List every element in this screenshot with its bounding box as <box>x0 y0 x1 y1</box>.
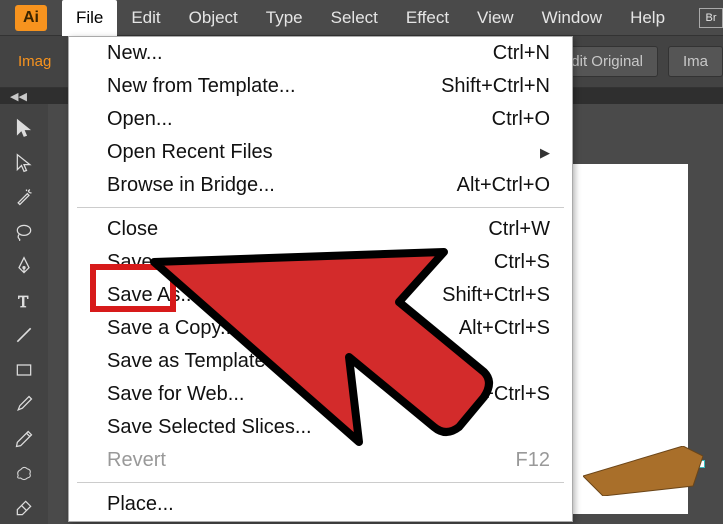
paintbrush-tool[interactable] <box>4 388 44 421</box>
menu-select[interactable]: Select <box>317 0 392 36</box>
image-trace-label: Imag <box>18 53 51 70</box>
menu-view[interactable]: View <box>463 0 528 36</box>
menubar: Ai File Edit Object Type Select Effect V… <box>0 0 723 36</box>
menu-revert[interactable]: Revert F12 <box>69 444 572 477</box>
menu-new[interactable]: New... Ctrl+N <box>69 37 572 70</box>
lasso-tool[interactable] <box>4 216 44 249</box>
blob-brush-tool[interactable] <box>4 457 44 490</box>
menu-separator <box>77 482 564 483</box>
artwork-shape <box>583 446 703 496</box>
menu-type[interactable]: Type <box>252 0 317 36</box>
pen-tool[interactable] <box>4 250 44 283</box>
tools-panel: T <box>0 104 48 524</box>
menu-browse-bridge[interactable]: Browse in Bridge... Alt+Ctrl+O <box>69 169 572 202</box>
app-icon: Ai <box>15 5 47 31</box>
svg-text:T: T <box>18 292 28 311</box>
menu-help[interactable]: Help <box>616 0 679 36</box>
menu-save-slices[interactable]: Save Selected Slices... <box>69 411 572 444</box>
eraser-tool[interactable] <box>4 492 44 524</box>
rectangle-tool[interactable] <box>4 354 44 387</box>
menu-new-shortcut: Ctrl+N <box>493 42 550 65</box>
menu-save-for-web[interactable]: Save for Web... Alt+Shift+Ctrl+S <box>69 378 572 411</box>
menu-file[interactable]: File <box>62 0 117 36</box>
menu-window[interactable]: Window <box>528 0 616 36</box>
menu-effect[interactable]: Effect <box>392 0 463 36</box>
menu-save-template[interactable]: Save as Template... <box>69 345 572 378</box>
collapse-chevron-icon: ◀◀ <box>10 90 27 103</box>
menu-separator <box>77 207 564 208</box>
file-menu-dropdown: New... Ctrl+N New from Template... Shift… <box>68 36 573 522</box>
menu-save[interactable]: Save Ctrl+S <box>69 246 572 279</box>
selection-tool[interactable] <box>4 112 44 145</box>
direct-selection-tool[interactable] <box>4 147 44 180</box>
image-trace-button[interactable]: Ima <box>668 46 723 77</box>
bridge-icon[interactable]: Br <box>699 8 723 28</box>
menu-edit[interactable]: Edit <box>117 0 174 36</box>
menu-close[interactable]: Close Ctrl+W <box>69 213 572 246</box>
magic-wand-tool[interactable] <box>4 181 44 214</box>
menu-new-from-template[interactable]: New from Template... Shift+Ctrl+N <box>69 70 572 103</box>
type-tool[interactable]: T <box>4 285 44 318</box>
menu-open-recent[interactable]: Open Recent Files ▶ <box>69 136 572 169</box>
menu-place[interactable]: Place... <box>69 488 572 521</box>
menu-save-copy[interactable]: Save a Copy... Alt+Ctrl+S <box>69 312 572 345</box>
submenu-arrow-icon: ▶ <box>540 145 550 161</box>
menu-open[interactable]: Open... Ctrl+O <box>69 103 572 136</box>
menu-new-label: New... <box>107 42 163 65</box>
pencil-tool[interactable] <box>4 423 44 456</box>
line-segment-tool[interactable] <box>4 319 44 352</box>
menu-object[interactable]: Object <box>175 0 252 36</box>
menu-save-as[interactable]: Save As... Shift+Ctrl+S <box>69 279 572 312</box>
